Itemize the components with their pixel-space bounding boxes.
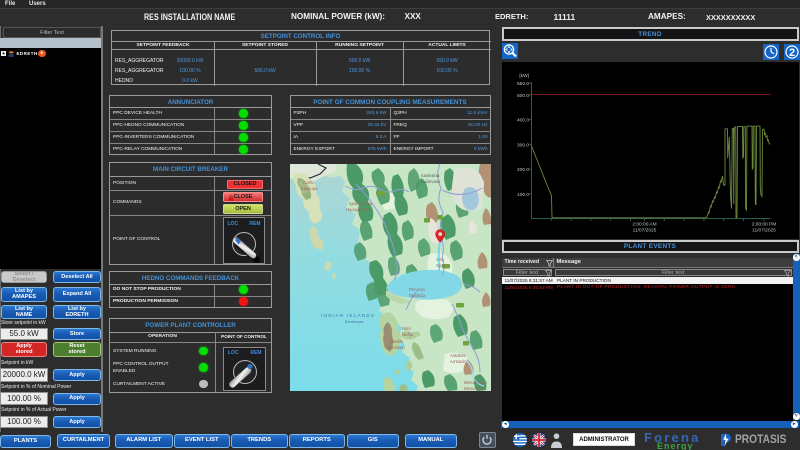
svg-text:IONIAN ISLANDS: IONIAN ISLANDS bbox=[321, 313, 375, 318]
svg-text:Astakos: Astakos bbox=[450, 353, 465, 358]
svg-text:Arta: Arta bbox=[436, 257, 444, 262]
svg-text:100.0: 100.0 bbox=[516, 192, 528, 198]
svg-text:2:00:00 PM: 2:00:00 PM bbox=[751, 222, 776, 228]
svg-text:Nidri: Nidri bbox=[402, 326, 411, 331]
svg-text:200.0: 200.0 bbox=[516, 167, 528, 173]
svg-text:Ioannina: Ioannina bbox=[421, 173, 440, 179]
svg-text:Νυδρί: Νυδρί bbox=[402, 332, 413, 337]
svg-text:550.0: 550.0 bbox=[516, 81, 528, 87]
svg-text:[kW]: [kW] bbox=[519, 73, 529, 79]
svg-text:Corfu: Corfu bbox=[303, 180, 314, 185]
svg-text:300.0: 300.0 bbox=[516, 142, 528, 148]
svg-text:400.0: 400.0 bbox=[516, 118, 528, 124]
svg-text:500.0: 500.0 bbox=[516, 93, 528, 99]
svg-text:11/07/2025: 11/07/2025 bbox=[752, 228, 776, 234]
svg-text:2: 2 bbox=[789, 47, 795, 59]
svg-text:2:00:00 AM: 2:00:00 AM bbox=[632, 222, 656, 228]
svg-text:Vasiliki: Vasiliki bbox=[390, 339, 403, 344]
svg-text:Αστακός: Αστακός bbox=[450, 359, 466, 364]
svg-text:Preveza: Preveza bbox=[409, 287, 425, 292]
svg-text:Βασιλική: Βασιλική bbox=[388, 345, 405, 350]
svg-text:Άρτα: Άρτα bbox=[436, 263, 446, 268]
svg-text:Κέρκυρα: Κέρκυρα bbox=[301, 186, 318, 191]
svg-text:Επτάνησα: Επτάνησα bbox=[345, 319, 364, 324]
svg-text:Igoumenitsa: Igoumenitsa bbox=[349, 201, 373, 206]
svg-text:Μεσολόγγι: Μεσολόγγι bbox=[464, 386, 484, 391]
svg-text:Πρέβεζα: Πρέβεζα bbox=[409, 293, 425, 298]
svg-text:Ηγουμενίτσα: Ηγουμενίτσα bbox=[346, 207, 371, 212]
svg-text:11/07/2025: 11/07/2025 bbox=[632, 228, 656, 234]
svg-text:Ιωάννινα: Ιωάννινα bbox=[421, 178, 440, 185]
svg-text:Missolonghi: Missolonghi bbox=[464, 380, 487, 385]
